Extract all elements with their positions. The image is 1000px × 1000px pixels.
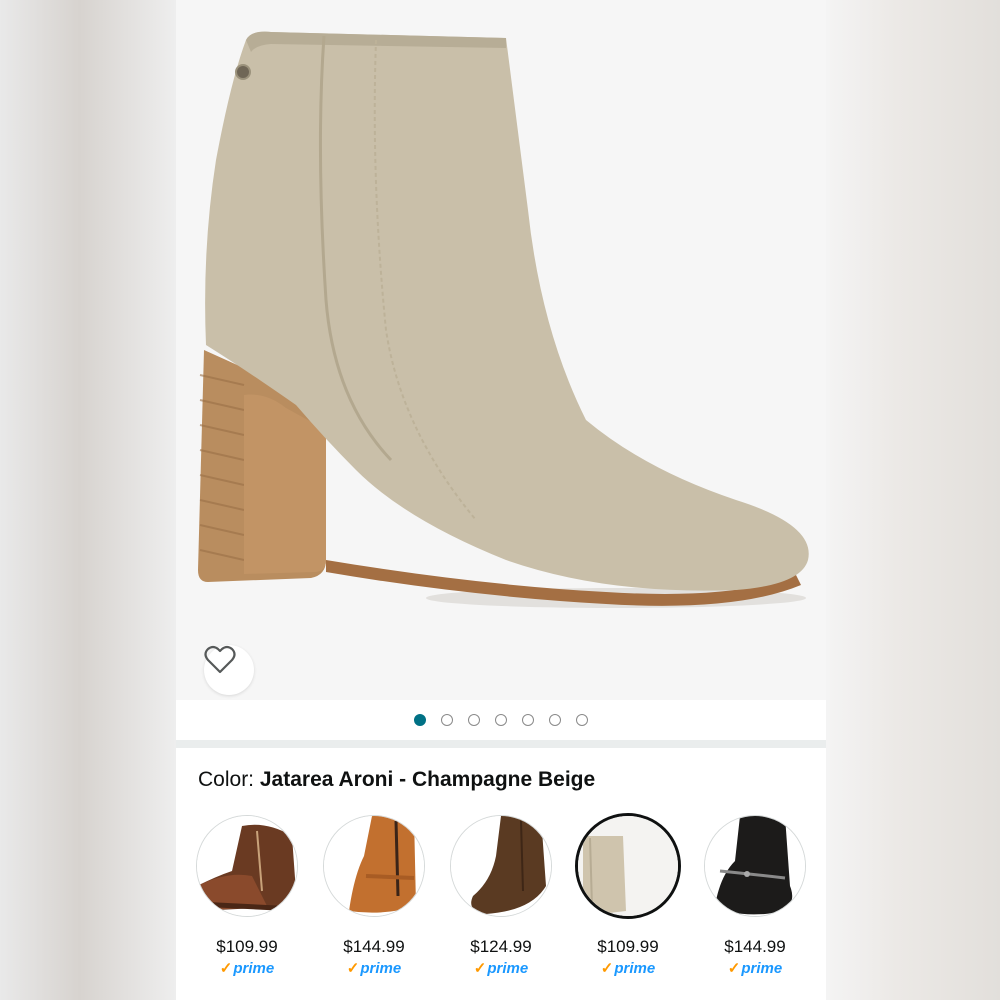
product-image-gallery[interactable] — [176, 0, 826, 700]
prime-label: prime — [614, 959, 656, 977]
swatch-image — [196, 815, 298, 917]
color-swatch[interactable]: $124.99 ✓ prime — [440, 815, 562, 977]
background-blur-right — [826, 0, 1000, 1000]
product-page: Color: Jatarea Aroni - Champagne Beige $… — [176, 0, 826, 1000]
swatch-price: $144.99 — [343, 937, 405, 956]
color-swatch[interactable]: $144.99 ✓ prime — [313, 815, 435, 977]
color-swatch[interactable]: $144.99 ✓ prime — [694, 815, 816, 977]
swatch-price: $144.99 — [724, 937, 786, 956]
color-swatch-selected[interactable]: $109.99 ✓ prime — [567, 813, 689, 978]
prime-label: prime — [360, 959, 402, 977]
prime-label: prime — [487, 959, 529, 977]
pagination-dot[interactable] — [522, 714, 534, 726]
checkmark-icon: ✓ — [600, 960, 614, 977]
pagination-dot[interactable] — [468, 714, 480, 726]
image-pagination — [176, 700, 826, 740]
color-swatch-list: $109.99 ✓ prime $144.99 ✓ prime $124.99 … — [186, 813, 816, 978]
prime-badge: ✓ prime — [219, 959, 275, 978]
heart-outline-icon — [204, 645, 236, 674]
checkmark-icon: ✓ — [346, 960, 360, 977]
checkmark-icon: ✓ — [219, 960, 233, 977]
swatch-price: $109.99 — [216, 937, 278, 956]
swatch-price: $124.99 — [470, 937, 532, 956]
swatch-image — [450, 815, 552, 917]
section-divider — [176, 740, 826, 748]
swatch-image — [575, 813, 681, 919]
swatch-image — [323, 815, 425, 917]
background-blur-left — [0, 0, 176, 1000]
favorite-button[interactable] — [204, 645, 254, 695]
pagination-dot[interactable] — [414, 714, 426, 726]
prime-badge: ✓ prime — [473, 959, 529, 978]
color-value: Jatarea Aroni - Champagne Beige — [259, 768, 596, 791]
color-swatch[interactable]: $109.99 ✓ prime — [186, 815, 308, 977]
checkmark-icon: ✓ — [727, 960, 741, 977]
pagination-dot[interactable] — [495, 714, 507, 726]
pagination-dot[interactable] — [441, 714, 453, 726]
prime-badge: ✓ prime — [727, 959, 783, 978]
checkmark-icon: ✓ — [473, 960, 487, 977]
swatch-price: $109.99 — [597, 937, 659, 956]
pagination-dot[interactable] — [576, 714, 588, 726]
color-label: Color: — [198, 768, 255, 791]
pagination-dot[interactable] — [549, 714, 561, 726]
prime-label: prime — [233, 959, 275, 977]
product-image — [198, 31, 809, 608]
color-selection-label: Color: Jatarea Aroni - Champagne Beige — [198, 768, 595, 792]
swatch-image — [704, 815, 806, 917]
prime-badge: ✓ prime — [600, 959, 656, 978]
prime-badge: ✓ prime — [346, 959, 402, 978]
prime-label: prime — [741, 959, 783, 977]
